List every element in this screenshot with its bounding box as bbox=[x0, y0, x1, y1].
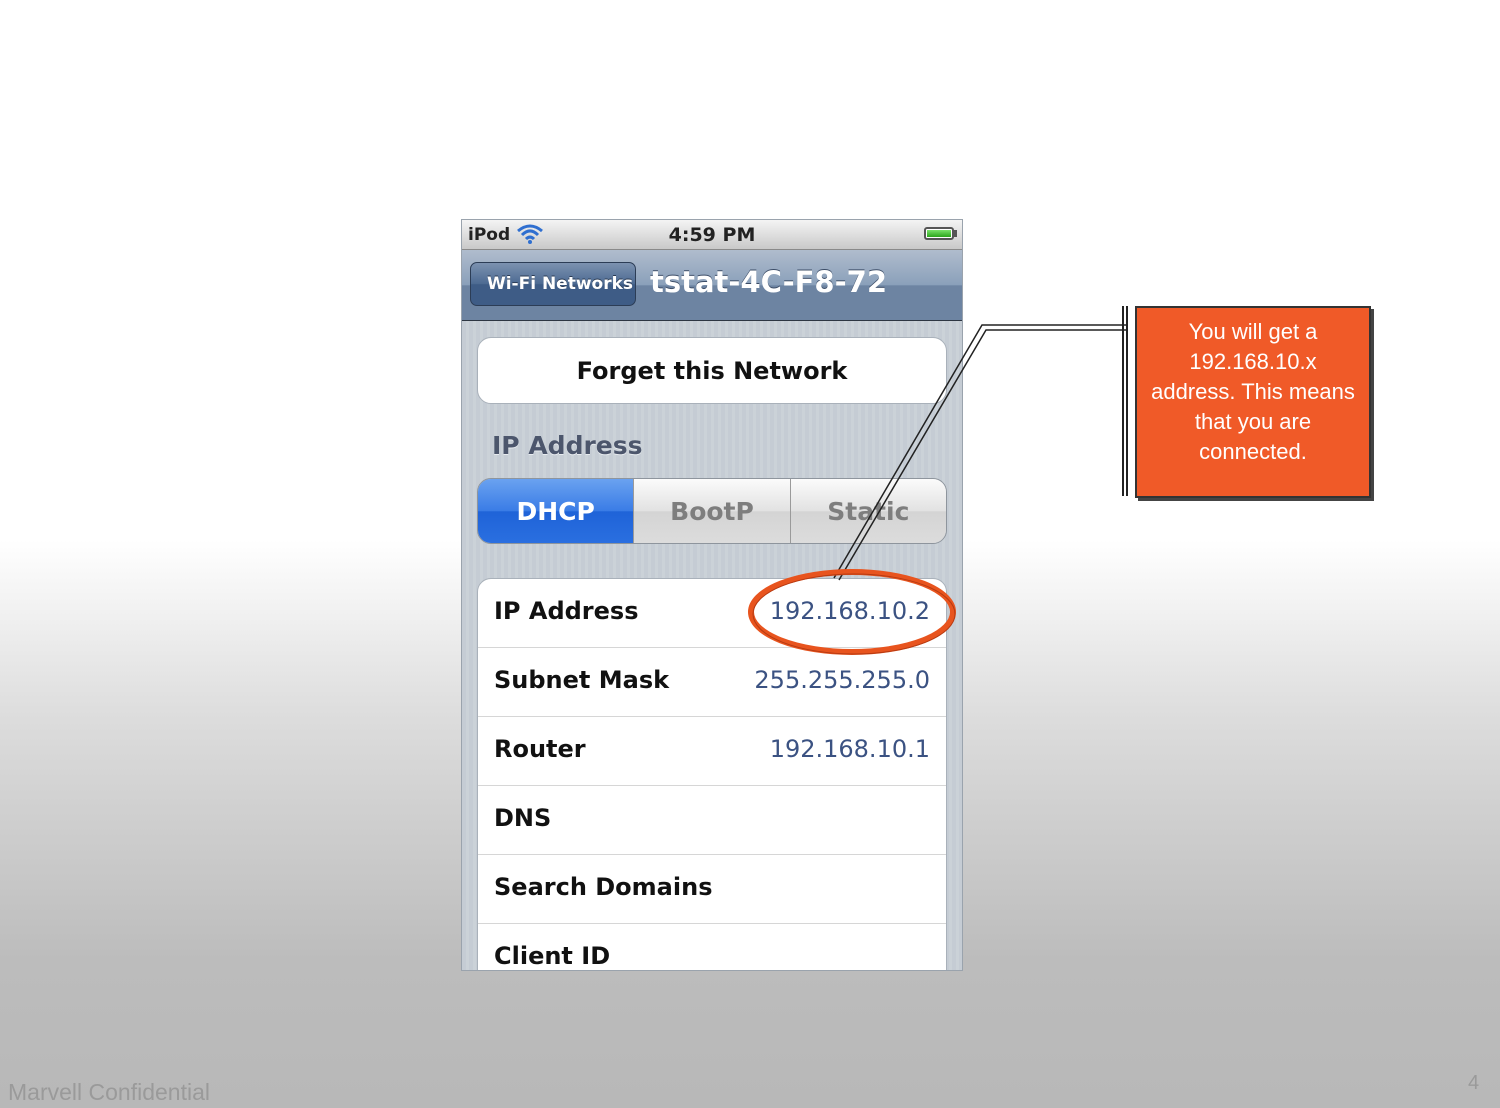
back-button-label: Wi-Fi Networks bbox=[486, 274, 634, 294]
row-label: IP Address bbox=[494, 597, 639, 625]
row-label: Subnet Mask bbox=[494, 666, 670, 694]
back-button[interactable]: Wi-Fi Networks bbox=[470, 262, 636, 306]
callout-note: You will get a 192.168.10.x address. Thi… bbox=[1135, 306, 1371, 498]
ip-mode-segmented-control: DHCP BootP Static bbox=[477, 478, 947, 544]
page-title: tstat-4C-F8-72 bbox=[650, 265, 887, 299]
row-value: 255.255.255.0 bbox=[754, 666, 930, 694]
battery-icon bbox=[924, 227, 954, 240]
row-router[interactable]: Router 192.168.10.1 bbox=[478, 717, 946, 786]
segment-static[interactable]: Static bbox=[789, 479, 946, 543]
row-client-id[interactable]: Client ID bbox=[478, 924, 946, 970]
row-label: Router bbox=[494, 735, 586, 763]
battery-nub bbox=[954, 230, 957, 237]
row-subnet-mask[interactable]: Subnet Mask 255.255.255.0 bbox=[478, 648, 946, 717]
row-dns[interactable]: DNS bbox=[478, 786, 946, 855]
page-number: 4 bbox=[1468, 1072, 1480, 1094]
navigation-bar: Wi-Fi Networks tstat-4C-F8-72 bbox=[462, 250, 962, 321]
footer-confidential: Marvell Confidential bbox=[8, 1079, 210, 1105]
row-label: Client ID bbox=[494, 942, 611, 970]
row-value: 192.168.10.1 bbox=[769, 735, 930, 763]
status-time: 4:59 PM bbox=[668, 224, 756, 246]
forget-network-button[interactable]: Forget this Network bbox=[477, 337, 947, 404]
highlight-ellipse bbox=[748, 569, 956, 655]
row-label: DNS bbox=[494, 804, 552, 832]
segment-dhcp[interactable]: DHCP bbox=[478, 479, 634, 543]
segment-bootp[interactable]: BootP bbox=[633, 479, 790, 543]
status-bar: iPod 4:59 PM bbox=[462, 220, 962, 250]
callout-bracket bbox=[1122, 306, 1128, 496]
section-header-ip-address: IP Address bbox=[492, 431, 643, 460]
row-label: Search Domains bbox=[494, 873, 713, 901]
row-search-domains[interactable]: Search Domains bbox=[478, 855, 946, 924]
